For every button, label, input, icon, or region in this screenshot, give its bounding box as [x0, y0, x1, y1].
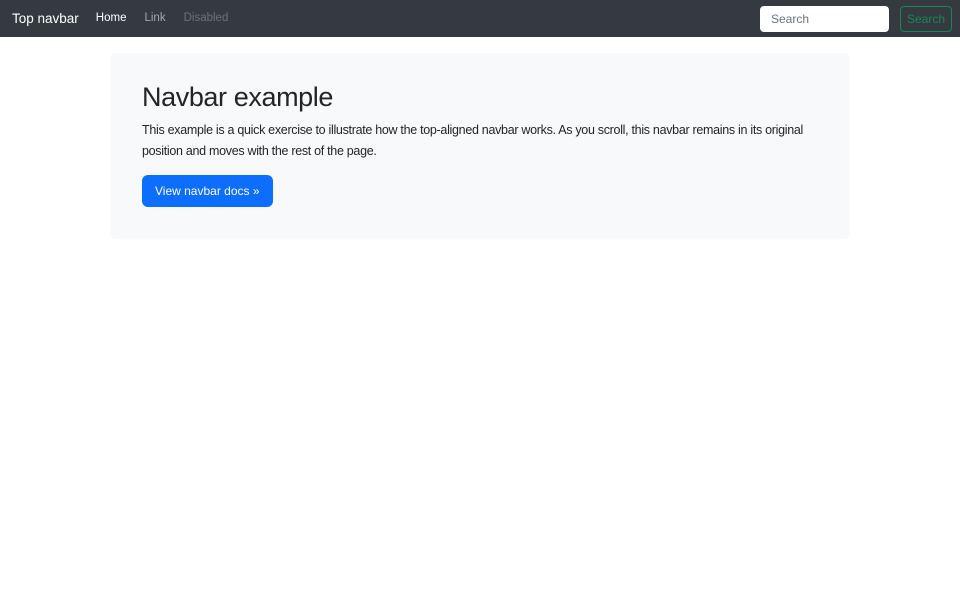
search-input[interactable] — [759, 5, 889, 32]
nav-item-home: Home — [87, 0, 136, 37]
top-navbar: Top navbar Home Link Disabled Search — [0, 0, 960, 37]
search-button[interactable]: Search — [899, 5, 952, 32]
search-form: Search — [759, 5, 952, 32]
navbar-brand[interactable]: Top navbar — [12, 0, 79, 37]
nav-link-link[interactable]: Link — [135, 0, 174, 37]
nav-link-disabled: Disabled — [183, 12, 229, 24]
nav-link-home[interactable]: Home — [87, 0, 136, 37]
page-title: Navbar example — [142, 82, 333, 112]
nav-item-disabled: Disabled — [175, 0, 238, 37]
jumbotron: Navbar example This example is a quick e… — [110, 53, 850, 240]
main-container: Navbar example This example is a quick e… — [110, 53, 850, 240]
nav-item-link: Link — [135, 0, 174, 37]
navbar-nav: Home Link Disabled — [87, 0, 238, 37]
view-navbar-docs-button[interactable]: View navbar docs » — [142, 175, 273, 208]
intro-paragraph: This example is a quick exercise to illu… — [142, 123, 804, 159]
